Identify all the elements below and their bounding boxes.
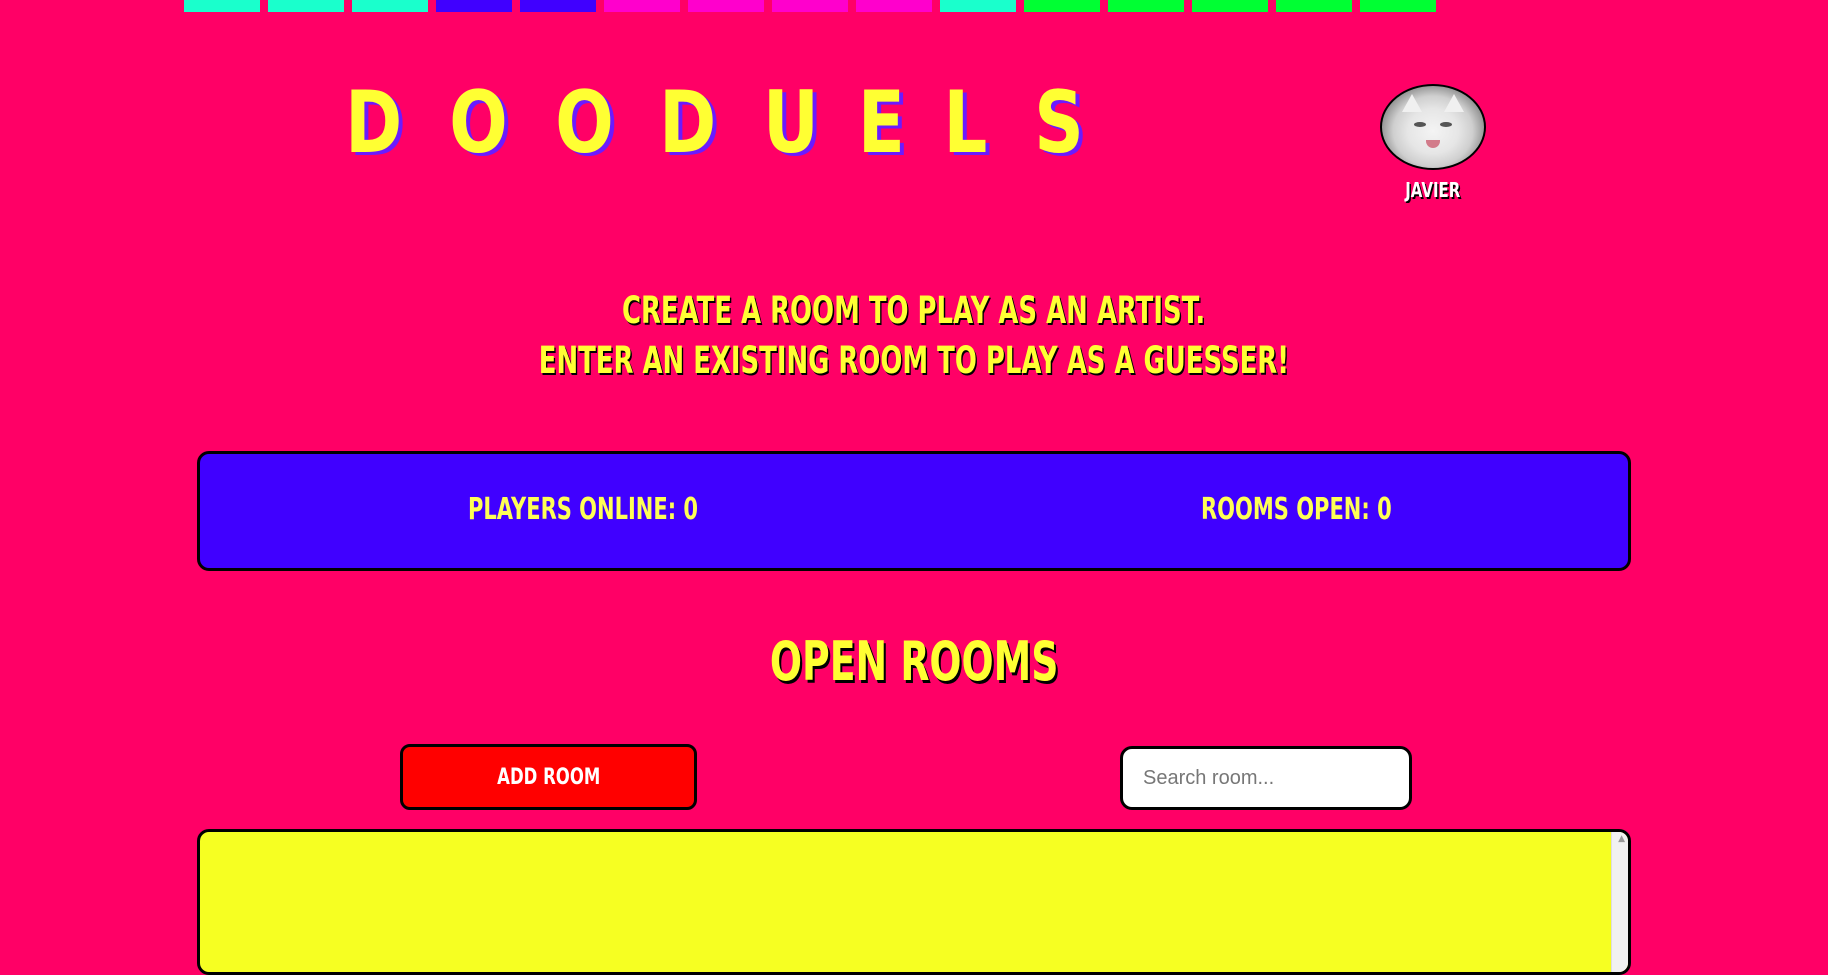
title-letter: E — [857, 73, 905, 173]
color-strip-bar — [268, 0, 344, 12]
color-strip-bar — [1024, 0, 1100, 12]
title-letter: D — [345, 73, 403, 173]
players-online-label: PLAYERS ONLINE: 0 — [468, 492, 699, 527]
title-letter: O — [449, 73, 508, 173]
open-rooms-title: OPEN ROOMS — [769, 630, 1059, 693]
cat-avatar-icon[interactable] — [1380, 84, 1486, 170]
user-name: JAVIER — [1405, 178, 1461, 202]
color-strip-bar — [520, 0, 596, 12]
players-online-stat: PLAYERS ONLINE: 0 — [468, 492, 797, 527]
title-letter: U — [762, 73, 819, 173]
color-strip-bar — [940, 0, 1016, 12]
color-strip-bar — [1276, 0, 1352, 12]
color-strip-bar — [352, 0, 428, 12]
app-title: D O O D U E L S — [338, 78, 1098, 168]
user-profile[interactable]: JAVIER — [1380, 84, 1486, 202]
intro-line-2: ENTER AN EXISTING ROOM TO PLAY AS A GUES… — [538, 339, 1290, 382]
color-strip-bar — [184, 0, 260, 12]
intro-text: CREATE A ROOM TO PLAY AS AN ARTIST. ENTE… — [0, 286, 1828, 386]
add-room-label: ADD ROOM — [496, 764, 601, 790]
color-strip-bar — [1108, 0, 1184, 12]
title-letter: S — [1034, 73, 1084, 173]
color-strip-bar — [436, 0, 512, 12]
add-room-button[interactable]: ADD ROOM — [400, 744, 697, 810]
intro-line-1: CREATE A ROOM TO PLAY AS AN ARTIST. — [622, 289, 1206, 332]
rooms-list-scrollbar[interactable]: ▲ — [1611, 832, 1628, 972]
title-letter: D — [659, 73, 717, 173]
rooms-list[interactable]: ▲ — [197, 829, 1631, 975]
color-strip-bar — [772, 0, 848, 12]
scroll-up-icon[interactable]: ▲ — [1618, 834, 1625, 844]
color-strip-bar — [688, 0, 764, 12]
color-strip-bar — [856, 0, 932, 12]
rooms-open-stat: ROOMS OPEN: 0 — [1201, 492, 1473, 527]
stats-panel: PLAYERS ONLINE: 0 ROOMS OPEN: 0 — [197, 451, 1631, 571]
title-letter: L — [943, 73, 988, 173]
color-strip-bar — [1360, 0, 1436, 12]
open-rooms-heading: OPEN ROOMS — [0, 630, 1828, 693]
title-letter: O — [555, 73, 614, 173]
color-strip-bar — [604, 0, 680, 12]
search-room-input[interactable] — [1120, 746, 1412, 810]
rooms-open-label: ROOMS OPEN: 0 — [1201, 492, 1392, 527]
color-strip-bar — [1192, 0, 1268, 12]
